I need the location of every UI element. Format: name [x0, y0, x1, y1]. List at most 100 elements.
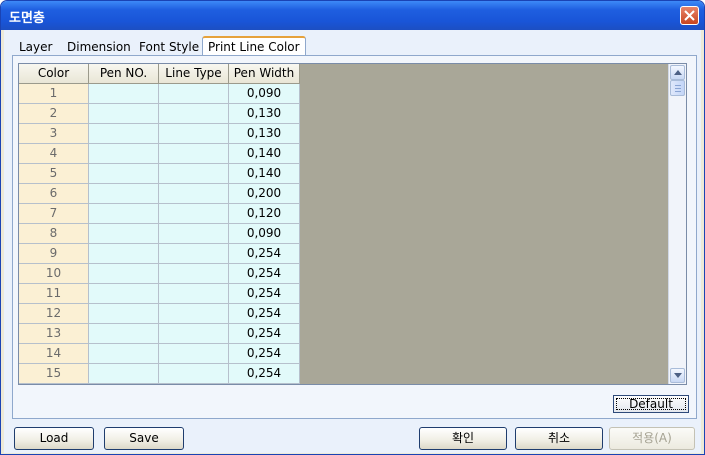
table-row[interactable]: 13 0,254 — [19, 324, 300, 344]
cell-color[interactable]: 2 — [19, 104, 89, 124]
table-row[interactable] — [19, 384, 300, 385]
scroll-down-button[interactable] — [670, 368, 685, 383]
close-button[interactable] — [680, 6, 699, 25]
header-pen-width[interactable]: Pen Width — [229, 64, 300, 84]
cell-pen-no[interactable] — [89, 84, 159, 104]
cell-line-type[interactable] — [159, 284, 229, 304]
cell-pen-width[interactable]: 0,200 — [229, 184, 300, 204]
cell-pen-width[interactable]: 0,254 — [229, 284, 300, 304]
table-row[interactable]: 1 0,090 — [19, 84, 300, 104]
cell-line-type[interactable] — [159, 324, 229, 344]
cell-line-type[interactable] — [159, 344, 229, 364]
cell-line-type[interactable] — [159, 304, 229, 324]
cell-pen-no[interactable] — [89, 284, 159, 304]
cell-line-type[interactable] — [159, 224, 229, 244]
cancel-button[interactable]: 취소 — [515, 427, 603, 450]
table-cell[interactable] — [19, 384, 89, 385]
cell-line-type[interactable] — [159, 244, 229, 264]
cell-pen-width[interactable]: 0,254 — [229, 324, 300, 344]
tab-layer[interactable]: Layer — [19, 39, 52, 56]
table-row[interactable]: 7 0,120 — [19, 204, 300, 224]
cell-line-type[interactable] — [159, 184, 229, 204]
table-row[interactable]: 14 0,254 — [19, 344, 300, 364]
cell-pen-width[interactable]: 0,140 — [229, 144, 300, 164]
cell-pen-no[interactable] — [89, 264, 159, 284]
table-row[interactable]: 8 0,090 — [19, 224, 300, 244]
cell-line-type[interactable] — [159, 364, 229, 384]
cell-pen-no[interactable] — [89, 244, 159, 264]
cell-pen-width[interactable]: 0,130 — [229, 104, 300, 124]
cell-color[interactable]: 1 — [19, 84, 89, 104]
save-button[interactable]: Save — [104, 427, 184, 450]
cell-pen-no[interactable] — [89, 104, 159, 124]
cell-pen-no[interactable] — [89, 304, 159, 324]
cell-pen-width[interactable]: 0,254 — [229, 304, 300, 324]
cell-color[interactable]: 10 — [19, 264, 89, 284]
table-cell[interactable] — [89, 384, 159, 385]
cell-pen-width[interactable]: 0,090 — [229, 84, 300, 104]
tab-font-style[interactable]: Font Style — [139, 39, 199, 56]
apply-button[interactable]: 적용(A) — [609, 427, 695, 450]
table-row[interactable]: 12 0,254 — [19, 304, 300, 324]
header-pen-no[interactable]: Pen NO. — [89, 64, 159, 84]
cell-pen-width[interactable]: 0,140 — [229, 164, 300, 184]
table-row[interactable]: 15 0,254 — [19, 364, 300, 384]
cell-pen-no[interactable] — [89, 124, 159, 144]
cell-color[interactable]: 13 — [19, 324, 89, 344]
cell-pen-width[interactable]: 0,254 — [229, 244, 300, 264]
cell-line-type[interactable] — [159, 204, 229, 224]
cell-pen-no[interactable] — [89, 364, 159, 384]
table-row[interactable]: 2 0,130 — [19, 104, 300, 124]
cell-color[interactable]: 12 — [19, 304, 89, 324]
cell-line-type[interactable] — [159, 84, 229, 104]
header-line-type[interactable]: Line Type — [159, 64, 229, 84]
cell-pen-no[interactable] — [89, 324, 159, 344]
cell-pen-no[interactable] — [89, 344, 159, 364]
table-row[interactable]: 4 0,140 — [19, 144, 300, 164]
cell-color[interactable]: 11 — [19, 284, 89, 304]
load-button[interactable]: Load — [14, 427, 94, 450]
cell-pen-width[interactable]: 0,254 — [229, 264, 300, 284]
tab-dimension[interactable]: Dimension — [67, 39, 131, 56]
cell-pen-no[interactable] — [89, 184, 159, 204]
table-row[interactable]: 11 0,254 — [19, 284, 300, 304]
cell-color[interactable]: 4 — [19, 144, 89, 164]
table-row[interactable]: 6 0,200 — [19, 184, 300, 204]
title-bar[interactable]: 도면층 — [1, 1, 704, 30]
table-cell[interactable] — [159, 384, 229, 385]
cell-color[interactable]: 3 — [19, 124, 89, 144]
table-cell[interactable] — [229, 384, 300, 385]
cell-pen-no[interactable] — [89, 204, 159, 224]
cell-pen-width[interactable]: 0,120 — [229, 204, 300, 224]
cell-line-type[interactable] — [159, 144, 229, 164]
cell-line-type[interactable] — [159, 124, 229, 144]
ok-button[interactable]: 확인 — [419, 427, 507, 450]
cell-color[interactable]: 14 — [19, 344, 89, 364]
scroll-up-button[interactable] — [670, 65, 685, 80]
cell-pen-width[interactable]: 0,130 — [229, 124, 300, 144]
scroll-thumb[interactable] — [670, 80, 685, 96]
tab-print-line-color[interactable]: Print Line Color — [202, 36, 306, 56]
table-row[interactable]: 3 0,130 — [19, 124, 300, 144]
table-row[interactable]: 5 0,140 — [19, 164, 300, 184]
cell-pen-width[interactable]: 0,254 — [229, 364, 300, 384]
cell-line-type[interactable] — [159, 104, 229, 124]
cell-pen-width[interactable]: 0,254 — [229, 344, 300, 364]
vertical-scrollbar[interactable] — [668, 64, 686, 384]
cell-color[interactable]: 9 — [19, 244, 89, 264]
cell-color[interactable]: 7 — [19, 204, 89, 224]
cell-color[interactable]: 5 — [19, 164, 89, 184]
cell-line-type[interactable] — [159, 264, 229, 284]
cell-pen-no[interactable] — [89, 164, 159, 184]
cell-pen-no[interactable] — [89, 224, 159, 244]
cell-color[interactable]: 15 — [19, 364, 89, 384]
cell-pen-no[interactable] — [89, 144, 159, 164]
cell-color[interactable]: 6 — [19, 184, 89, 204]
table-row[interactable]: 10 0,254 — [19, 264, 300, 284]
header-color[interactable]: Color — [19, 64, 89, 84]
pen-table-grid[interactable]: Color Pen NO. Line Type Pen Width 1 0,090… — [18, 63, 687, 385]
cell-pen-width[interactable]: 0,090 — [229, 224, 300, 244]
table-row[interactable]: 9 0,254 — [19, 244, 300, 264]
cell-color[interactable]: 8 — [19, 224, 89, 244]
default-button[interactable]: Default — [613, 395, 689, 413]
